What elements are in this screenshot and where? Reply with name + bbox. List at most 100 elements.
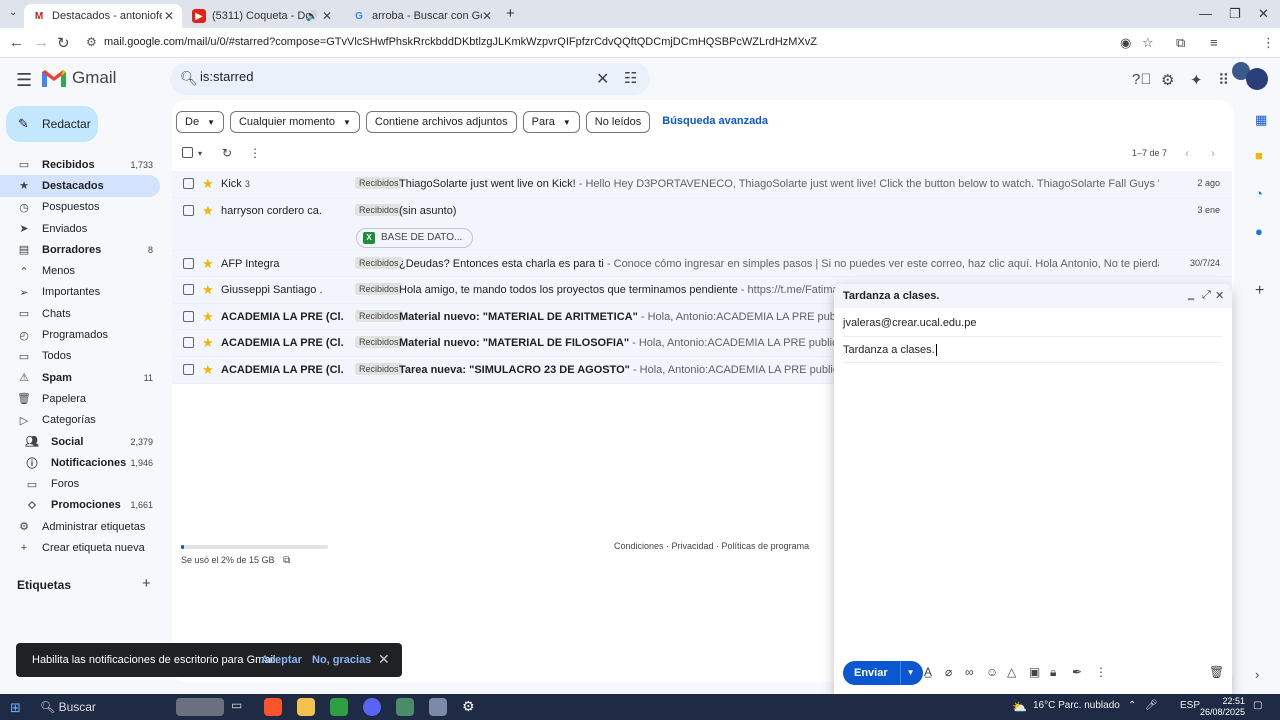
inbox-label[interactable]: Recibidos [355,203,403,216]
weather-text[interactable]: 16°C Parc. nublado [1033,700,1120,711]
app-icon[interactable] [330,698,348,716]
sidebar-item-chats[interactable]: ▭ Chats [0,303,165,324]
mic-icon[interactable]: 🎤︎ [1145,700,1158,711]
sidebar-item-importantes[interactable]: ➢ Importantes [0,282,165,303]
star-icon[interactable]: ★ [202,282,214,298]
tasks-icon[interactable]: ◔ [1255,186,1263,201]
keep-icon[interactable]: ■ [1255,148,1263,163]
get-addons-icon[interactable]: + [1255,282,1264,300]
email-row[interactable]: ★ harryson cordero ca. Recibidos (sin asunt… [172,197,1232,251]
close-tab-icon[interactable]: ✕ [164,9,174,23]
sidebar-item-spam[interactable]: ⚠ Spam 11 [0,367,165,388]
bookmark-star-icon[interactable]: ☆ [1142,35,1154,51]
filter-chip[interactable]: Contiene archivos adjuntos [365,111,517,133]
minimize-icon[interactable]: — [1199,6,1212,21]
windows-start-icon[interactable]: ⊞ [10,700,21,716]
drive-icon[interactable]: △ [1007,665,1016,679]
compose-to-field[interactable]: jvaleras@crear.ucal.edu.pe [843,317,976,329]
select-caret-icon[interactable]: ▾ [198,149,202,158]
emoji-icon[interactable]: ☺ [986,665,998,679]
filter-chip[interactable]: Cualquier momento ▼ [229,111,360,133]
sidebar-item-programados[interactable]: ◴ Programados [0,324,165,345]
accept-button[interactable]: Aceptar [261,654,302,666]
task-view-icon[interactable]: ▭ [231,698,249,716]
speaker-icon[interactable]: 🔊 [306,11,318,22]
next-page-icon[interactable]: › [1211,146,1215,160]
sidebar-item-categorías[interactable]: ▷ Categorías [0,410,165,431]
email-row[interactable]: ★ Kick 3 Recibidos ThiagoSolarte just went … [172,171,1232,198]
sidebar-item-social[interactable]: 👥︎ Social 2,379 [0,431,165,452]
more-options-icon[interactable]: ⋮ [249,146,261,160]
forward-icon[interactable]: → [34,34,49,51]
star-icon[interactable]: ★ [202,203,214,219]
sidebar-item-recibidos[interactable]: ▭ Recibidos 1,733 [0,154,165,175]
chrome-active-icon[interactable] [396,698,414,716]
inbox-label[interactable]: Recibidos [355,336,403,349]
contacts-icon[interactable]: ● [1255,224,1263,239]
row-checkbox[interactable] [183,178,194,189]
compose-body[interactable] [843,368,1223,648]
url-text[interactable]: mail.google.com/mail/u/0/#starred?compos… [104,36,817,48]
browser-tab-gmail[interactable]: M Destacados - antoniofelnando2 ✕ [24,4,182,28]
inbox-label[interactable]: Recibidos [355,309,403,322]
compose-subject-field[interactable]: Tardanza a clases. [843,344,937,356]
star-icon[interactable]: ★ [202,176,214,192]
attachment-chip[interactable]: X BASE DE DATO... [356,227,474,248]
search-icon[interactable]: 🔍︎ [180,70,198,87]
browser-tab-google[interactable]: G arroba - Buscar con Google ✕ [344,4,500,28]
email-row[interactable]: ★ AFP Integra Recibidos ¿Deudas? Entonces e… [172,250,1232,278]
sidebar-item-menos[interactable]: ⌃ Menos [0,260,165,281]
tab-search-icon[interactable]: ⌄ [9,7,17,18]
link-icon[interactable]: ∞ [965,665,974,679]
apps-grid-icon[interactable]: ⠿ [1218,71,1229,89]
account-avatar[interactable] [1246,68,1268,90]
close-compose-icon[interactable]: ✕ [1215,289,1224,302]
media-icon[interactable]: ≡ [1210,35,1218,50]
close-window-icon[interactable]: ✕ [1258,6,1269,22]
file-explorer-icon[interactable] [297,698,315,716]
taskbar-search[interactable]: 🔍︎ Buscar [40,700,96,714]
advanced-search-link[interactable]: Búsqueda avanzada [656,111,774,133]
row-checkbox[interactable] [183,284,194,296]
photos-icon[interactable] [429,698,447,716]
tray-expand-icon[interactable]: ⌃ [1128,700,1136,711]
attach-icon[interactable]: ⌀ [945,665,952,679]
sidebar-item-foros[interactable]: ▭ Foros [0,473,165,494]
settings-gear-icon[interactable]: ⚙ [1161,71,1174,89]
browser-menu-icon[interactable]: ⋮ [1262,35,1275,51]
row-checkbox[interactable] [183,310,194,322]
star-icon[interactable]: ★ [202,256,214,272]
sidebar-item-papelera[interactable]: 🗑︎ Papelera [0,388,165,409]
row-checkbox[interactable] [183,204,194,216]
more-compose-options-icon[interactable]: ⋮ [1095,665,1107,679]
browser-tab-youtube[interactable]: ▶ (5311) Coqueta - Don ramo 🔊 ✕ [184,4,340,28]
sidebar-item-destacados[interactable]: ★ Destacados [0,175,160,197]
photo-icon[interactable]: ▣ [1029,665,1040,679]
row-checkbox[interactable] [183,337,194,349]
inbox-label[interactable]: Recibidos [355,256,403,269]
site-info-icon[interactable]: ⚙ [86,35,97,49]
discord-icon[interactable] [363,698,381,716]
send-options-icon[interactable]: ▼ [901,661,923,685]
notification-center-icon[interactable]: ▢ [1253,700,1262,711]
new-tab-icon[interactable]: + [506,5,515,22]
inbox-label[interactable]: Recibidos [355,362,403,375]
row-checkbox[interactable] [183,363,194,375]
language-indicator[interactable]: ESP [1180,700,1200,711]
help-icon[interactable]: ?⃝ [1132,71,1152,88]
sidebar-item-administrar-etiquetas[interactable]: ⚙ Administrar etiquetas [0,516,165,537]
star-icon[interactable]: ★ [202,362,214,378]
settings-app-icon[interactable]: ⚙ [462,698,480,716]
brave-icon[interactable] [264,698,282,716]
compose-header[interactable]: Tardanza a clases. ‗ ⤢ ✕ [834,284,1232,308]
main-menu-icon[interactable]: ☰ [16,70,32,91]
close-toast-icon[interactable]: ✕ [378,651,390,668]
eye-icon[interactable]: ◉ [1120,35,1131,51]
sidebar-item-enviados[interactable]: ➤ Enviados [0,218,165,239]
gemini-sparkle-icon[interactable]: ✦ [1190,71,1203,89]
search-options-icon[interactable]: ☷ [624,69,637,87]
back-icon[interactable]: ← [9,34,24,51]
reload-icon[interactable]: ↻ [57,34,70,52]
filter-chip[interactable]: De ▼ [176,111,224,133]
inbox-label[interactable]: Recibidos [355,283,403,296]
